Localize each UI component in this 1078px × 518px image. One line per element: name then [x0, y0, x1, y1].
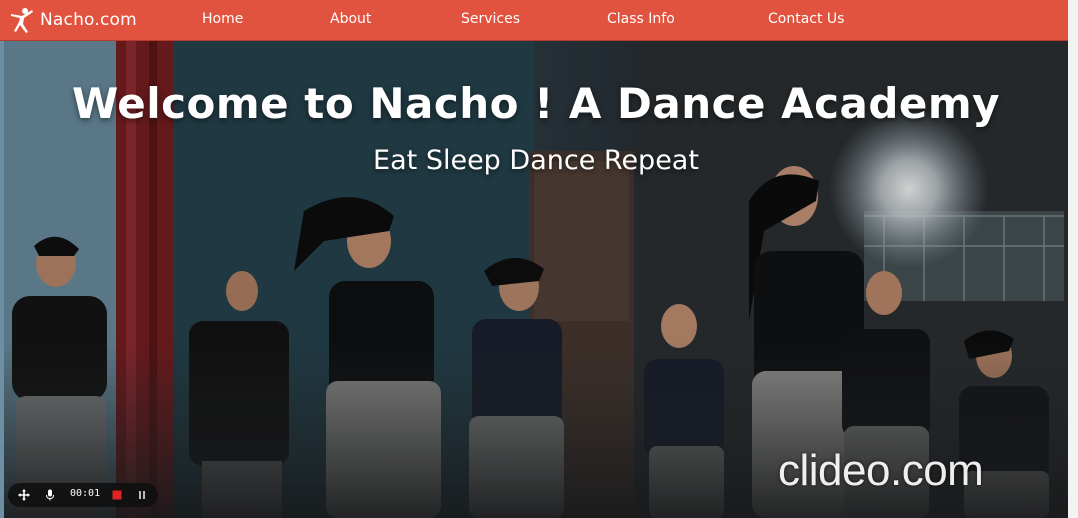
recording-time: 00:01 [70, 488, 101, 499]
nav-class-info[interactable]: Class Info [607, 11, 675, 27]
hero-title: Welcome to Nacho ! A Dance Academy [71, 79, 1001, 128]
window-edge-right [1068, 0, 1078, 518]
brand-name: Nacho.com [40, 10, 137, 30]
watermark: clideo.com [778, 446, 984, 495]
recorder-bar: 00:01 [8, 483, 158, 507]
nav-contact-us[interactable]: Contact Us [768, 11, 844, 27]
microphone-icon[interactable] [44, 489, 56, 501]
stop-icon[interactable] [111, 489, 123, 501]
nav-services[interactable]: Services [461, 11, 520, 27]
brand[interactable]: Nacho.com [8, 4, 137, 36]
nav-about[interactable]: About [330, 11, 371, 27]
nav-home[interactable]: Home [202, 11, 243, 27]
hero-subtitle: Eat Sleep Dance Repeat [373, 145, 699, 176]
move-icon[interactable] [18, 489, 30, 501]
pause-icon[interactable] [136, 489, 148, 501]
navbar: Nacho.com Home About Services Class Info… [0, 0, 1068, 41]
dancer-icon [11, 8, 33, 33]
